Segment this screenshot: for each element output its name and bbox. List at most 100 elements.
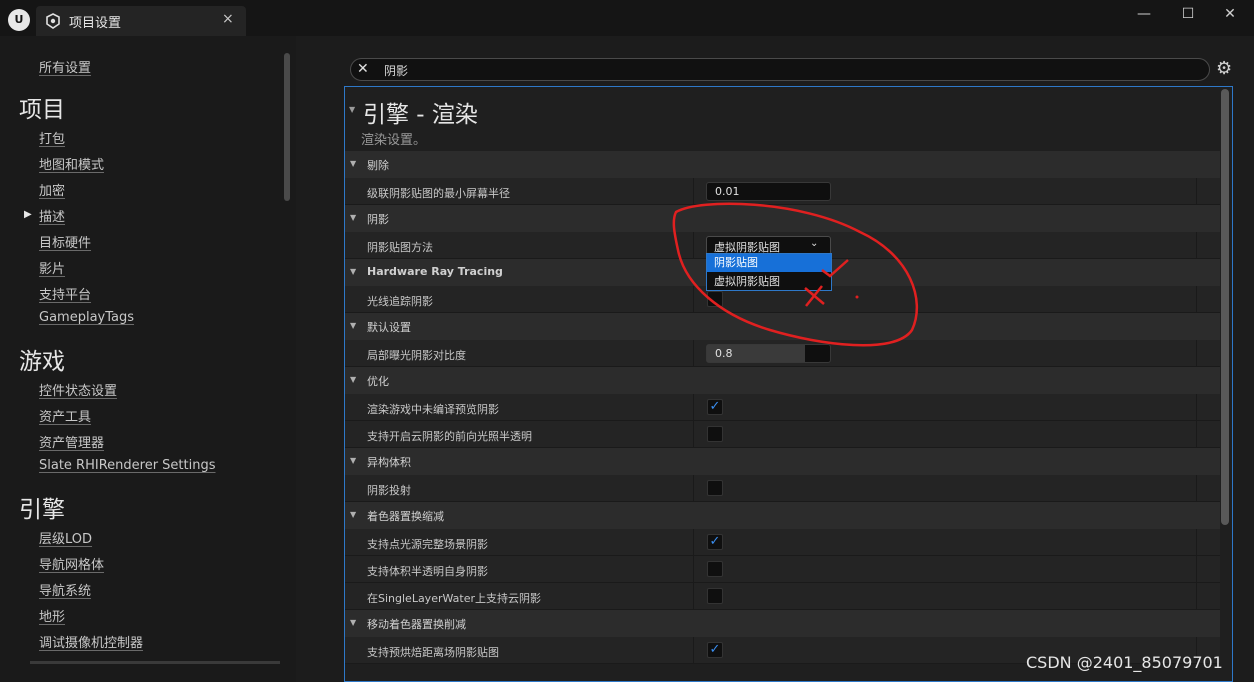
tab-title: 项目设置 (69, 16, 122, 31)
property-label: 支持点光源完整场景阴影 (367, 538, 488, 551)
expanded-arrow-icon: ▶ (24, 209, 32, 220)
column-splitter (1196, 232, 1197, 259)
section-mobile-shader-permutation-reduction[interactable]: ▼ 移动着色器置换削减 (345, 610, 1220, 637)
clear-search-icon[interactable]: ✕ (357, 61, 369, 77)
close-window-button[interactable]: ✕ (1215, 6, 1245, 26)
column-splitter (1196, 529, 1197, 556)
unreal-logo-icon[interactable]: U (8, 9, 30, 31)
collapse-arrow-icon[interactable]: ▼ (349, 105, 355, 114)
page-subtitle: 渲染设置。 (361, 133, 427, 148)
nav-item-hlod[interactable]: 层级LOD (39, 528, 92, 547)
column-splitter[interactable] (693, 394, 694, 421)
section-label: 着色器置换缩减 (367, 510, 444, 523)
property-label: 在SingleLayerWater上支持云阴影 (367, 592, 542, 605)
property-label: 支持预烘焙距离场阴影贴图 (367, 646, 499, 659)
column-splitter[interactable] (693, 475, 694, 502)
nav-category-engine: 引擎 (19, 497, 65, 523)
maximize-button[interactable]: ☐ (1173, 6, 1203, 26)
gear-icon[interactable]: ⚙ (1216, 58, 1232, 79)
nav-item-debug-camera[interactable]: 调试摄像机控制器 (39, 632, 143, 651)
column-splitter[interactable] (693, 556, 694, 583)
nav-item-asset-tools[interactable]: 资产工具 (39, 406, 91, 425)
property-label: 阴影投射 (367, 484, 411, 497)
column-splitter[interactable] (693, 421, 694, 448)
section-default-settings[interactable]: ▼ 默认设置 (345, 313, 1220, 340)
nav-item-navmesh[interactable]: 导航网格体 (39, 554, 104, 573)
property-row: 支持点光源完整场景阴影 ✓ (345, 529, 1220, 556)
column-splitter[interactable] (693, 637, 694, 664)
column-splitter[interactable] (693, 232, 694, 259)
property-label: 阴影贴图方法 (367, 241, 433, 254)
checkbox[interactable] (707, 291, 723, 307)
search-box[interactable]: ✕ 阴影 (350, 58, 1210, 81)
column-splitter[interactable] (693, 178, 694, 205)
settings-cube-icon (46, 13, 60, 29)
property-label: 支持开启云阴影的前向光照半透明 (367, 430, 532, 443)
nav-category-project: 项目 (19, 97, 65, 123)
checkbox[interactable]: ✓ (707, 534, 723, 550)
collapse-arrow-icon: ▼ (350, 375, 357, 384)
column-splitter[interactable] (693, 583, 694, 610)
nav-item-slate-rhi[interactable]: Slate RHIRenderer Settings (39, 458, 216, 473)
property-label: 支持体积半透明自身阴影 (367, 565, 488, 578)
dropdown-option-shadow-maps[interactable]: 阴影贴图 (707, 254, 831, 272)
column-splitter[interactable] (693, 529, 694, 556)
section-label: Hardware Ray Tracing (367, 265, 503, 278)
property-row: 支持体积半透明自身阴影 (345, 556, 1220, 583)
column-splitter (1196, 286, 1197, 313)
nav-item-widget-state[interactable]: 控件状态设置 (39, 380, 117, 399)
checkbox[interactable] (707, 426, 723, 442)
splitter[interactable] (296, 36, 320, 682)
section-label: 异构体积 (367, 456, 411, 469)
settings-main: ✕ 阴影 ⚙ ▼ 引擎 - 渲染 渲染设置。 ▼ 剔除 级联阴影贴图的最小屏幕半… (320, 36, 1254, 682)
tab-project-settings[interactable]: 项目设置 × (36, 6, 246, 36)
section-label: 优化 (367, 375, 389, 388)
minimize-button[interactable]: — (1129, 6, 1159, 26)
number-value: 0.01 (715, 185, 740, 198)
nav-item-nav-system[interactable]: 导航系统 (39, 580, 91, 599)
section-shader-permutation-reduction[interactable]: ▼ 着色器置换缩减 (345, 502, 1220, 529)
column-splitter[interactable] (693, 340, 694, 367)
tab-close-icon[interactable]: × (222, 11, 234, 27)
column-splitter (1196, 394, 1197, 421)
section-label: 移动着色器置换削减 (367, 618, 466, 631)
column-splitter (1196, 583, 1197, 610)
property-row: 渲染游戏中未编译预览阴影 ✓ (345, 394, 1220, 421)
checkbox[interactable] (707, 588, 723, 604)
section-heterogeneous-volumes[interactable]: ▼ 异构体积 (345, 448, 1220, 475)
section-culling[interactable]: ▼ 剔除 (345, 151, 1220, 178)
nav-scrollbar[interactable] (284, 53, 290, 201)
nav-item-gameplay-tags[interactable]: GameplayTags (39, 310, 134, 325)
checkbox[interactable] (707, 561, 723, 577)
section-shadows[interactable]: ▼ 阴影 (345, 205, 1220, 232)
title-bar: U 项目设置 × — ☐ ✕ (0, 0, 1254, 36)
column-splitter (1196, 475, 1197, 502)
nav-item-maps-modes[interactable]: 地图和模式 (39, 154, 104, 173)
nav-item-asset-manager[interactable]: 资产管理器 (39, 432, 104, 451)
section-label: 剔除 (367, 159, 389, 172)
nav-item-supported-platforms[interactable]: 支持平台 (39, 284, 91, 303)
search-input[interactable]: 阴影 (384, 62, 408, 79)
nav-item-target-hardware[interactable]: 目标硬件 (39, 232, 91, 251)
property-row: 级联阴影贴图的最小屏幕半径 0.01 (345, 178, 1220, 205)
dropdown-option-virtual-shadow-maps[interactable]: 虚拟阴影贴图 (707, 273, 831, 291)
nav-item-packaging[interactable]: 打包 (39, 128, 65, 147)
column-splitter[interactable] (693, 286, 694, 313)
checkbox[interactable] (707, 480, 723, 496)
nav-item-encryption[interactable]: 加密 (39, 180, 65, 199)
nav-item-movies[interactable]: 影片 (39, 258, 65, 277)
section-optimization[interactable]: ▼ 优化 (345, 367, 1220, 394)
chevron-down-icon: ⌄ (810, 238, 819, 249)
collapse-arrow-icon: ▼ (350, 159, 357, 168)
slider-value: 0.8 (715, 347, 733, 360)
nav-item-all-settings[interactable]: 所有设置 (39, 57, 91, 76)
nav-item-landscape[interactable]: 地形 (39, 606, 65, 625)
number-field[interactable]: 0.01 (706, 182, 831, 201)
panel-scrollbar[interactable] (1221, 89, 1229, 525)
slider-field[interactable]: 0.8 (706, 344, 831, 363)
checkbox[interactable]: ✓ (707, 642, 723, 658)
checkbox[interactable]: ✓ (707, 399, 723, 415)
nav-item-description[interactable]: 描述 (39, 206, 65, 225)
property-label: 局部曝光阴影对比度 (367, 349, 466, 362)
collapse-arrow-icon: ▼ (350, 267, 357, 276)
